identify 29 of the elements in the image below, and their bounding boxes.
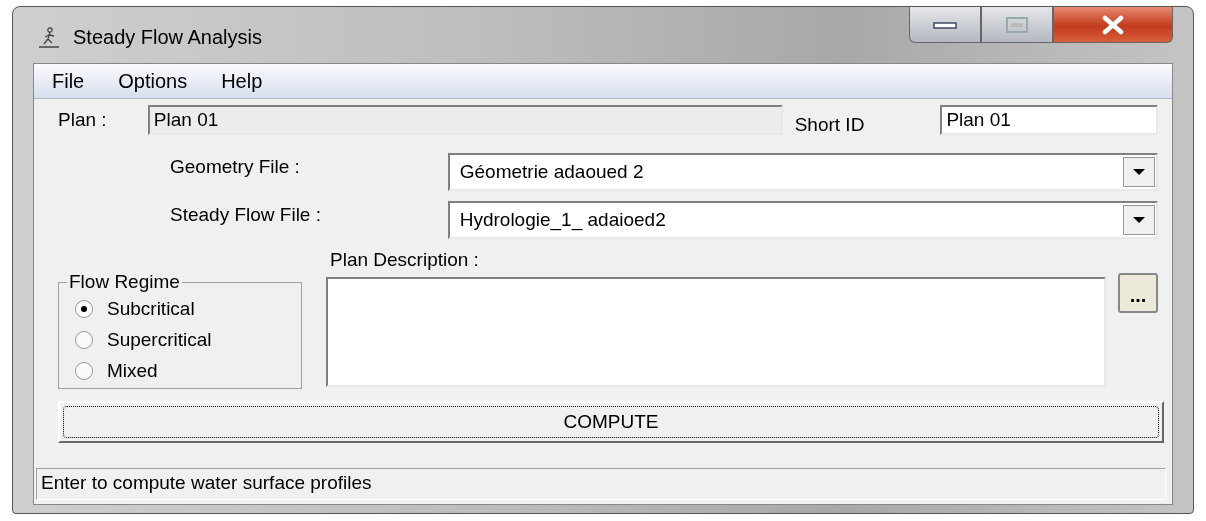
plan-label: Plan : [58,109,108,131]
short-id-label: Short ID [794,114,866,136]
close-button[interactable] [1053,7,1173,43]
status-bar: Enter to compute water surface profiles [36,468,1166,500]
minimize-icon [932,19,958,30]
maximize-icon [1004,15,1030,34]
file-dropdown[interactable]: Hydrologie_1_ adaioed2 [447,201,1158,239]
window-title: Steady Flow Analysis [73,25,262,49]
radio-label: Subcritical [107,297,195,320]
short-id-field[interactable]: Plan 01 [940,105,1158,135]
file-dropdown[interactable]: Géometrie adaoued 2 [447,153,1158,191]
radio-label: Mixed [107,359,158,382]
maximize-button[interactable] [981,7,1053,43]
plan-description-field[interactable] [326,277,1106,387]
runner-icon [37,26,61,48]
menu-item[interactable]: File [52,69,85,93]
minimize-button[interactable] [909,7,981,43]
file-label: Geometry File : [169,156,301,178]
compute-button[interactable]: COMPUTE [58,401,1164,443]
group-title: Flow Regime [68,271,181,293]
plan-description-label: Plan Description : [330,249,480,272]
file-label: Steady Flow File : [169,204,322,226]
radio-button[interactable] [75,330,93,349]
radio-button[interactable] [75,299,93,318]
radio-label: Supercritical [107,328,212,351]
menu-item[interactable]: Help [221,69,263,93]
radio-button[interactable] [75,361,93,380]
browse-button[interactable]: ... [1118,273,1158,313]
menu-item[interactable]: Options [118,69,188,93]
